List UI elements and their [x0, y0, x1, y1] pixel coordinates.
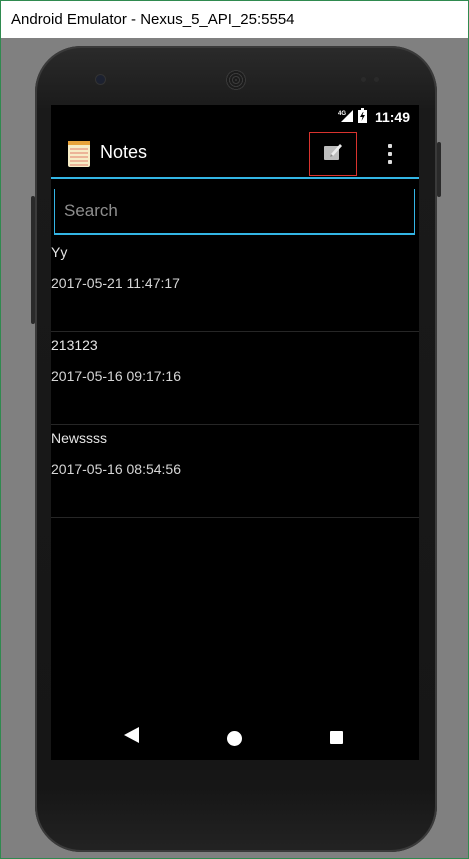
status-bar: 4G 11:49	[51, 105, 419, 129]
earpiece-speaker-icon	[226, 70, 246, 90]
sensor-icon	[361, 77, 366, 82]
compose-note-icon	[323, 142, 343, 167]
note-date: 2017-05-16 09:17:16	[51, 368, 181, 384]
home-icon[interactable]	[227, 731, 242, 746]
back-icon[interactable]	[124, 727, 139, 748]
action-bar: Notes	[51, 129, 419, 179]
note-date: 2017-05-16 08:54:56	[51, 461, 181, 477]
note-title: Yy	[51, 244, 68, 260]
front-camera-icon	[96, 75, 105, 84]
search-bar	[51, 179, 419, 239]
overflow-menu-icon	[388, 144, 392, 148]
note-title: Newssss	[51, 430, 108, 446]
navigation-bar	[51, 710, 419, 760]
battery-icon	[357, 108, 367, 126]
notes-list: Yy 2017-05-21 11:47:17 213123 2017-05-16…	[51, 239, 419, 518]
window-title: Android Emulator - Nexus_5_API_25:5554	[1, 1, 468, 38]
device-screen: 4G 11:49 Notes Search Yy 2017-05-21 11:4…	[51, 105, 419, 760]
status-time: 11:49	[374, 109, 410, 125]
power-button[interactable]	[437, 142, 441, 197]
note-title: 213123	[51, 337, 98, 353]
list-item[interactable]: 213123 2017-05-16 09:17:16	[51, 332, 419, 425]
search-input[interactable]	[54, 189, 415, 235]
svg-text:4G: 4G	[338, 111, 346, 117]
overflow-menu-button[interactable]	[375, 133, 405, 175]
note-date: 2017-05-21 11:47:17	[51, 275, 180, 291]
network-signal-icon: 4G	[338, 109, 354, 126]
app-title: Notes	[100, 142, 148, 162]
recents-icon[interactable]	[330, 731, 343, 744]
list-item[interactable]: Yy 2017-05-21 11:47:17	[51, 239, 419, 332]
list-item[interactable]: Newssss 2017-05-16 08:54:56	[51, 425, 419, 518]
notepad-app-icon	[68, 141, 90, 172]
sensor-icon	[374, 77, 379, 82]
emulator-window: Android Emulator - Nexus_5_API_25:5554 4…	[0, 0, 469, 859]
compose-note-button[interactable]	[309, 132, 357, 176]
volume-button[interactable]	[31, 196, 35, 324]
